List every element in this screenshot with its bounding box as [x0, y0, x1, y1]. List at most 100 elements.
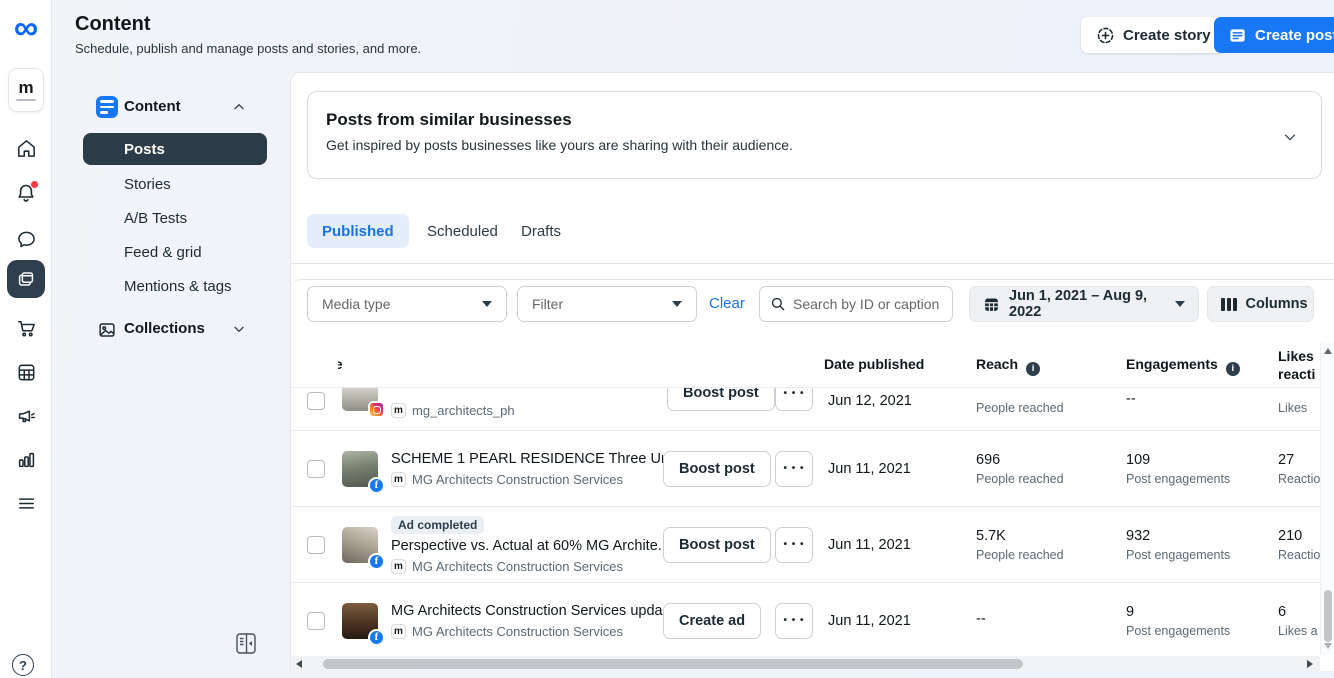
engagements-metric: 9Post engagements [1126, 604, 1278, 638]
notifications-bell-icon[interactable] [0, 175, 52, 211]
media-type-dropdown[interactable]: Media type [307, 286, 507, 322]
sidebar-item-feed-grid[interactable]: Feed & grid [124, 244, 202, 261]
horizontal-scroll-thumb[interactable] [323, 659, 1023, 669]
column-engagements[interactable]: Engagementsi [1126, 356, 1240, 376]
tab-published[interactable]: Published [307, 214, 409, 248]
page-name: MG Architects Construction Services [412, 624, 623, 639]
instagram-icon [368, 401, 385, 418]
scroll-left-arrow-icon[interactable] [296, 660, 302, 668]
more-options-button[interactable]: • • • [775, 527, 813, 563]
filter-dropdown[interactable]: Filter [517, 286, 697, 322]
more-options-button[interactable]: • • • [775, 603, 813, 639]
business-avatar-letter: m [18, 79, 33, 97]
similar-card-subtitle: Get inspired by posts businesses like yo… [326, 137, 793, 153]
page-avatar: m [391, 472, 406, 487]
planner-grid-icon[interactable] [0, 354, 52, 390]
boost-post-button[interactable]: Boost post [667, 388, 775, 411]
sidebar-item-ab-tests[interactable]: A/B Tests [124, 210, 187, 227]
commerce-cart-icon[interactable] [0, 310, 52, 346]
row-checkbox[interactable] [307, 536, 325, 554]
chevron-up-icon[interactable] [231, 99, 247, 115]
clear-filters-link[interactable]: Clear [709, 295, 745, 312]
post-title[interactable]: SCHEME 1 PEARL RESIDENCE Three Unit ... [391, 451, 663, 467]
help-icon[interactable]: ? [12, 654, 34, 676]
post-thumbnail[interactable]: f [342, 603, 378, 639]
page-name: MG Architects Construction Services [412, 559, 623, 574]
create-post-button[interactable]: Create post [1214, 17, 1334, 53]
create-ad-button[interactable]: Create ad [663, 603, 761, 639]
similar-card-title: Posts from similar businesses [326, 110, 572, 130]
columns-button[interactable]: Columns [1207, 286, 1314, 322]
info-icon[interactable]: i [1226, 362, 1240, 376]
collapse-sidebar-icon[interactable] [235, 632, 257, 655]
create-post-icon [1228, 26, 1247, 45]
reach-metric: 696People reached [976, 452, 1126, 486]
likes-metric: 210Reactio [1278, 528, 1320, 562]
row-checkbox[interactable] [307, 460, 325, 478]
tab-drafts[interactable]: Drafts [506, 214, 576, 248]
reach-label: People reached [976, 401, 1064, 415]
scroll-up-arrow-icon[interactable] [1324, 348, 1332, 354]
post-thumbnail[interactable]: f [342, 451, 378, 487]
page-avatar: m [391, 403, 406, 418]
all-tools-menu-icon[interactable] [0, 485, 52, 521]
post-date: Jun 12, 2021 [828, 393, 958, 409]
row-checkbox[interactable] [307, 612, 325, 630]
boost-post-button[interactable]: Boost post [663, 527, 771, 563]
sidebar-item-posts[interactable]: Posts [83, 133, 267, 165]
page-avatar: m [391, 624, 406, 639]
app-rail: ∞ m ? [0, 0, 52, 678]
table-row: f Ad completed Perspective vs. Actual at… [291, 507, 1320, 583]
column-date-published[interactable]: Date published [824, 356, 924, 372]
posts-table-card: Media type Filter Clear Jun 1, 2021 – Au… [291, 279, 1334, 671]
boost-post-button[interactable]: Boost post [663, 451, 771, 487]
vertical-scroll-thumb[interactable] [1324, 590, 1332, 642]
post-date: Jun 11, 2021 [828, 461, 958, 477]
sidebar-item-collections[interactable]: Collections [124, 320, 205, 337]
search-icon [770, 296, 786, 312]
post-title[interactable]: MG Architects Construction Services upda… [391, 603, 663, 619]
info-icon[interactable]: i [1026, 362, 1040, 376]
more-options-button[interactable]: • • • [775, 451, 813, 487]
post-date: Jun 11, 2021 [828, 613, 958, 629]
expand-chevron-down-icon[interactable] [1281, 128, 1299, 146]
likes-label: Likes [1278, 401, 1307, 415]
sidebar-item-stories[interactable]: Stories [124, 176, 171, 193]
ads-megaphone-icon[interactable] [0, 398, 52, 434]
engagements-metric: 932Post engagements [1126, 528, 1278, 562]
post-title[interactable]: Perspective vs. Actual at 60% MG Archite… [391, 538, 663, 554]
messages-icon[interactable] [0, 221, 52, 257]
content-main-panel: Posts from similar businesses Get inspir… [290, 72, 1334, 671]
column-title[interactable]: Title [338, 356, 578, 372]
table-rows-viewport: m mg_architects_ph Boost post • • • Jun … [291, 388, 1320, 657]
likes-metric: 6Likes a [1278, 604, 1320, 638]
insights-chart-icon[interactable] [0, 441, 52, 477]
more-options-button[interactable]: • • • [775, 388, 813, 411]
column-likes-reactions[interactable]: Likes reacti [1278, 347, 1321, 383]
row-checkbox[interactable] [307, 392, 325, 410]
scroll-right-arrow-icon[interactable] [1307, 660, 1313, 668]
post-thumbnail[interactable]: f [342, 527, 378, 563]
search-box[interactable] [759, 286, 953, 322]
calendar-icon [983, 296, 1000, 313]
vertical-scrollbar[interactable] [1320, 342, 1334, 655]
search-input[interactable] [793, 296, 942, 312]
page-title: Content [75, 13, 151, 36]
column-reach[interactable]: Reachi [976, 356, 1040, 376]
table-header: Title Date published Reachi Engagementsi… [291, 342, 1320, 388]
sidebar-item-mentions-tags[interactable]: Mentions & tags [124, 278, 232, 295]
meta-logo-icon[interactable]: ∞ [0, 8, 52, 48]
collections-icon [96, 319, 118, 341]
horizontal-scrollbar[interactable] [291, 655, 1320, 671]
post-thumbnail[interactable] [342, 388, 378, 411]
likes-metric: 27Reactio [1278, 452, 1320, 486]
create-story-button[interactable]: Create story [1081, 17, 1226, 53]
tab-scheduled[interactable]: Scheduled [412, 214, 513, 248]
home-icon[interactable] [0, 130, 52, 166]
date-range-button[interactable]: Jun 1, 2021 – Aug 9, 2022 [969, 286, 1199, 322]
nav-section-content[interactable]: Content [124, 98, 181, 115]
scroll-down-arrow-icon[interactable] [1324, 643, 1332, 649]
business-avatar[interactable]: m [8, 68, 44, 112]
content-icon-selected[interactable] [7, 260, 45, 298]
chevron-down-icon[interactable] [231, 321, 247, 337]
